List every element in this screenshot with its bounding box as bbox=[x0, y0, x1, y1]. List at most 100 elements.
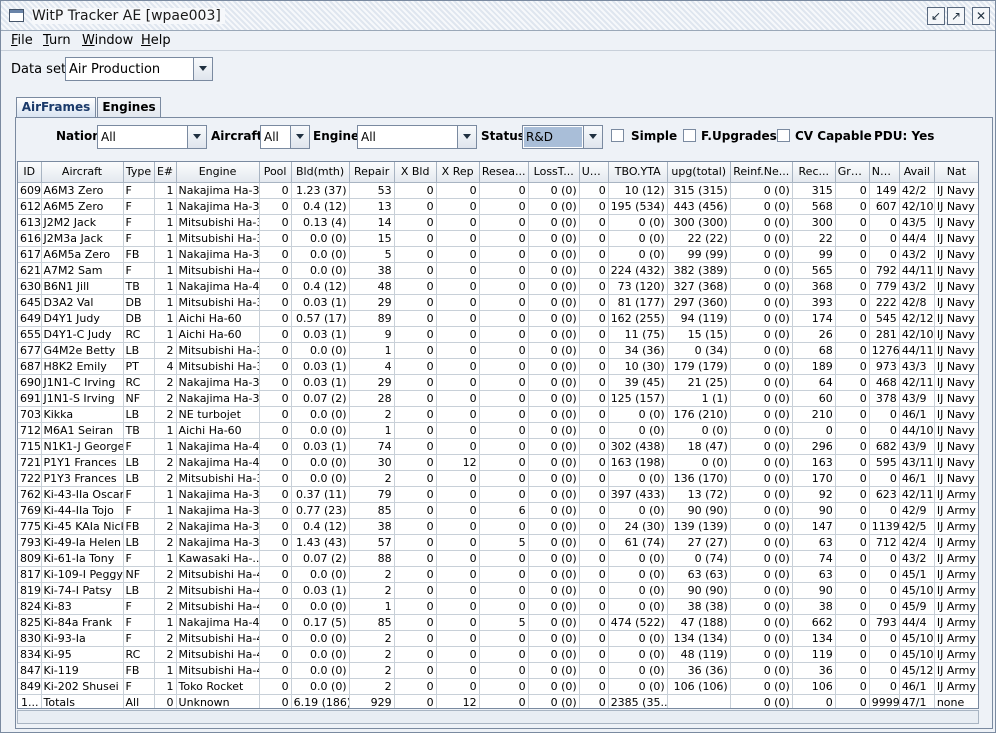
close-icon[interactable]: ✕ bbox=[972, 7, 990, 25]
table-row[interactable]: 649 D4Y1 Judy DB 1 Aichi Ha-60 0 0.57 (17) 89 0 0… bbox=[18, 310, 978, 327]
table-row[interactable]: 722P1Y3 FrancesLB2Mitsubishi Ha-3200.0 (… bbox=[18, 470, 978, 487]
column-header[interactable]: Type bbox=[123, 162, 155, 183]
table-row[interactable]: 809 Ki-61-Ia Tony F 1 Kawasaki Ha-... 0 0.07 (… bbox=[18, 550, 978, 567]
table-cell: 0 bbox=[259, 326, 292, 343]
table-cell: 302 (438) bbox=[608, 438, 668, 455]
column-header[interactable]: Used bbox=[579, 162, 609, 183]
chevron-down-icon[interactable] bbox=[187, 126, 206, 148]
column-header[interactable]: upg(total) bbox=[667, 162, 731, 183]
column-header[interactable]: E# bbox=[154, 162, 177, 183]
table-row[interactable]: 690 J1N1-C Irving RC 2 Nakajima Ha-35 0 0.03 (… bbox=[18, 374, 978, 391]
table-row[interactable]: 712 M6A1 Seiran TB 1 Aichi Ha-60 0 0.0 (0) 1 0 0 0… bbox=[18, 422, 978, 439]
table-row[interactable]: 703 Kikka LB 2 NE turbojet 0 0.0 (0) 2 0 0 0 0 (0) 0… bbox=[18, 406, 978, 423]
column-header[interactable]: Aircraft bbox=[41, 162, 124, 183]
column-header[interactable]: Pool bbox=[259, 162, 292, 183]
table-cell: 0 bbox=[259, 358, 292, 375]
table-cell: LB bbox=[123, 406, 155, 423]
column-header[interactable]: Bld(mth) bbox=[291, 162, 350, 183]
engine-select[interactable]: All bbox=[357, 125, 477, 149]
column-header[interactable]: X Rep bbox=[436, 162, 480, 183]
restore-icon[interactable]: ↙ bbox=[927, 7, 945, 25]
column-header[interactable]: X Bld bbox=[394, 162, 437, 183]
column-header[interactable]: Avail bbox=[899, 162, 935, 183]
table-row[interactable]: 655 D4Y1-C Judy RC 1 Aichi Ha-60 0 0.03 (1) 9 0 0… bbox=[18, 326, 978, 343]
cv-capable-checkbox[interactable] bbox=[777, 129, 790, 142]
table-row[interactable]: 630 B6N1 Jill TB 1 Nakajima Ha-44 0 0.4 (12) 48… bbox=[18, 278, 978, 295]
table-cell: 0 bbox=[394, 294, 437, 311]
column-header[interactable]: Nat bbox=[934, 162, 978, 183]
chevron-down-icon[interactable] bbox=[583, 126, 602, 148]
menu-file[interactable]: File bbox=[11, 33, 33, 48]
tab-airframes[interactable]: AirFrames bbox=[16, 97, 96, 118]
dataset-select[interactable]: Air Production bbox=[65, 57, 213, 81]
table-row[interactable]: 715 N1K1-J George F 1 Nakajima Ha-45 0 0.03 (1… bbox=[18, 438, 978, 455]
column-header[interactable]: Next bbox=[869, 162, 900, 183]
table-row[interactable]: 691 J1N1-S Irving NF 2 Nakajima Ha-35 0 0.07 (… bbox=[18, 390, 978, 407]
table-row[interactable]: 609 A6M3 Zero F 1 Nakajima Ha-35 0 1.23 (37) 53… bbox=[18, 182, 978, 199]
table-row[interactable]: 616J2M3a JackF1Mitsubishi Ha-3200.0 (0)1… bbox=[18, 230, 978, 247]
table-row[interactable]: 819Ki-74-I PatsyLB2Mitsubishi Ha-4300.03… bbox=[18, 582, 978, 599]
table-cell: 817 bbox=[18, 566, 42, 583]
table-cell: NE turbojet bbox=[176, 406, 260, 423]
table-row[interactable]: 621A7M2 SamF1Mitsubishi Ha-4300.0 (0)380… bbox=[18, 262, 978, 279]
tab-engines[interactable]: Engines bbox=[97, 97, 161, 118]
menu-turn[interactable]: Turn bbox=[43, 33, 71, 48]
title-bar[interactable]: WitP Tracker AE [wpae003] ↙ ↗ ✕ bbox=[1, 1, 995, 31]
table-row[interactable]: 830Ki-93-IaF2Mitsubishi Ha-4200.0 (0)200… bbox=[18, 630, 978, 647]
simple-checkbox[interactable] bbox=[611, 129, 624, 142]
table-row[interactable]: 612 A6M5 Zero F 1 Nakajima Ha-35 0 0.4 (12) 13 0… bbox=[18, 198, 978, 215]
chevron-down-icon[interactable] bbox=[193, 58, 212, 80]
maximize-icon[interactable]: ↗ bbox=[947, 7, 965, 25]
column-header[interactable]: Repair bbox=[349, 162, 395, 183]
table-row[interactable]: 721 P1Y1 Frances LB 2 Nakajima Ha-45 0 0.0 (0)… bbox=[18, 454, 978, 471]
table-row[interactable]: 834Ki-95RC2Mitsubishi Ha-4300.0 (0)20000… bbox=[18, 646, 978, 663]
menu-help[interactable]: Help bbox=[141, 33, 171, 48]
table-cell: 1 bbox=[154, 662, 177, 679]
table-row[interactable]: 793 Ki-49-Ia Helen LB 2 Nakajima Ha-34 0 1.43 … bbox=[18, 534, 978, 551]
table-cell: 0.77 (23) bbox=[291, 502, 350, 519]
column-header[interactable]: LossT... bbox=[528, 162, 580, 183]
table-row[interactable]: 817Ki-109-I PeggyNF2Mitsubishi Ha-4200.0… bbox=[18, 566, 978, 583]
column-header[interactable]: TBO.YTA bbox=[608, 162, 668, 183]
table-cell: 0 bbox=[259, 390, 292, 407]
table-row[interactable]: 775 Ki-45 KAIa Nick FB 2 Nakajima Ha-35 0 0.4 … bbox=[18, 518, 978, 535]
aircraft-select[interactable]: All bbox=[260, 125, 310, 149]
table-cell: 27 (27) bbox=[667, 534, 731, 551]
fupgrades-checkbox[interactable] bbox=[683, 129, 696, 142]
table-row[interactable]: 769 Ki-44-IIa Tojo F 1 Nakajima Ha-34 0 0.77 (… bbox=[18, 502, 978, 519]
chevron-down-icon[interactable] bbox=[457, 126, 476, 148]
chevron-down-icon[interactable] bbox=[290, 126, 309, 148]
table-cell: 0 (0) bbox=[730, 502, 793, 519]
status-select[interactable]: R&D bbox=[522, 125, 603, 149]
table-cell: 0 bbox=[835, 566, 870, 583]
table-row[interactable]: 645D3A2 ValDB1Mitsubishi Ha-3300.03 (1)2… bbox=[18, 294, 978, 311]
column-header[interactable]: ID bbox=[18, 162, 42, 183]
table-row[interactable]: 687H8K2 EmilyPT4Mitsubishi Ha-3200.03 (1… bbox=[18, 358, 978, 375]
table-row[interactable]: 824Ki-83F2Mitsubishi Ha-4300.0 (0)10000 … bbox=[18, 598, 978, 615]
table-cell: Mitsubishi Ha-43 bbox=[176, 598, 260, 615]
table-row[interactable]: 849 Ki-202 Shusei F 1 Toko Rocket 0 0.0 (0) 2 0 0… bbox=[18, 678, 978, 695]
table-row[interactable]: 617 A6M5a Zero FB 1 Nakajima Ha-35 0 0.0 (0) 5 0… bbox=[18, 246, 978, 263]
column-header[interactable]: Grp ... bbox=[835, 162, 870, 183]
column-header[interactable]: Reinf.Ne... bbox=[730, 162, 793, 183]
table-cell: 315 bbox=[792, 182, 836, 199]
menu-window[interactable]: Window bbox=[82, 33, 133, 48]
table-row[interactable]: 847Ki-119FB1Mitsubishi Ha-4200.0 (0)2000… bbox=[18, 662, 978, 679]
table-row[interactable]: 762 Ki-43-IIa Oscar F 1 Nakajima Ha-35 0 0.37 … bbox=[18, 486, 978, 503]
column-header[interactable]: Engine bbox=[176, 162, 260, 183]
table-cell: 0.0 (0) bbox=[291, 678, 350, 695]
nation-select[interactable]: All bbox=[97, 125, 207, 149]
table-cell: J1N1-C Irving bbox=[41, 374, 124, 391]
table-row[interactable]: 825 Ki-84a Frank F 1 Nakajima Ha-45 0 0.17 (5)… bbox=[18, 614, 978, 631]
table-cell: 623 bbox=[869, 486, 900, 503]
table-cell: 0 (0) bbox=[730, 518, 793, 535]
table-cell: 99 (99) bbox=[667, 246, 731, 263]
column-header[interactable]: Rec... bbox=[792, 162, 836, 183]
totals-row[interactable]: 1... Totals All 0 Unknown 0 6.19 (186) 929 0 12 0 0… bbox=[18, 694, 978, 708]
airframes-table[interactable]: ID Aircraft Type E# Engine Pool Bld(mth) Repair… bbox=[17, 161, 979, 709]
column-header[interactable]: Resea... bbox=[479, 162, 529, 183]
table-row[interactable]: 677G4M2e BettyLB2Mitsubishi Ha-3200.0 (0… bbox=[18, 342, 978, 359]
horizontal-scrollbar[interactable] bbox=[17, 710, 979, 724]
table-cell: 0 bbox=[835, 662, 870, 679]
table-row[interactable]: 613J2M2 JackF1Mitsubishi Ha-3200.13 (4)1… bbox=[18, 214, 978, 231]
